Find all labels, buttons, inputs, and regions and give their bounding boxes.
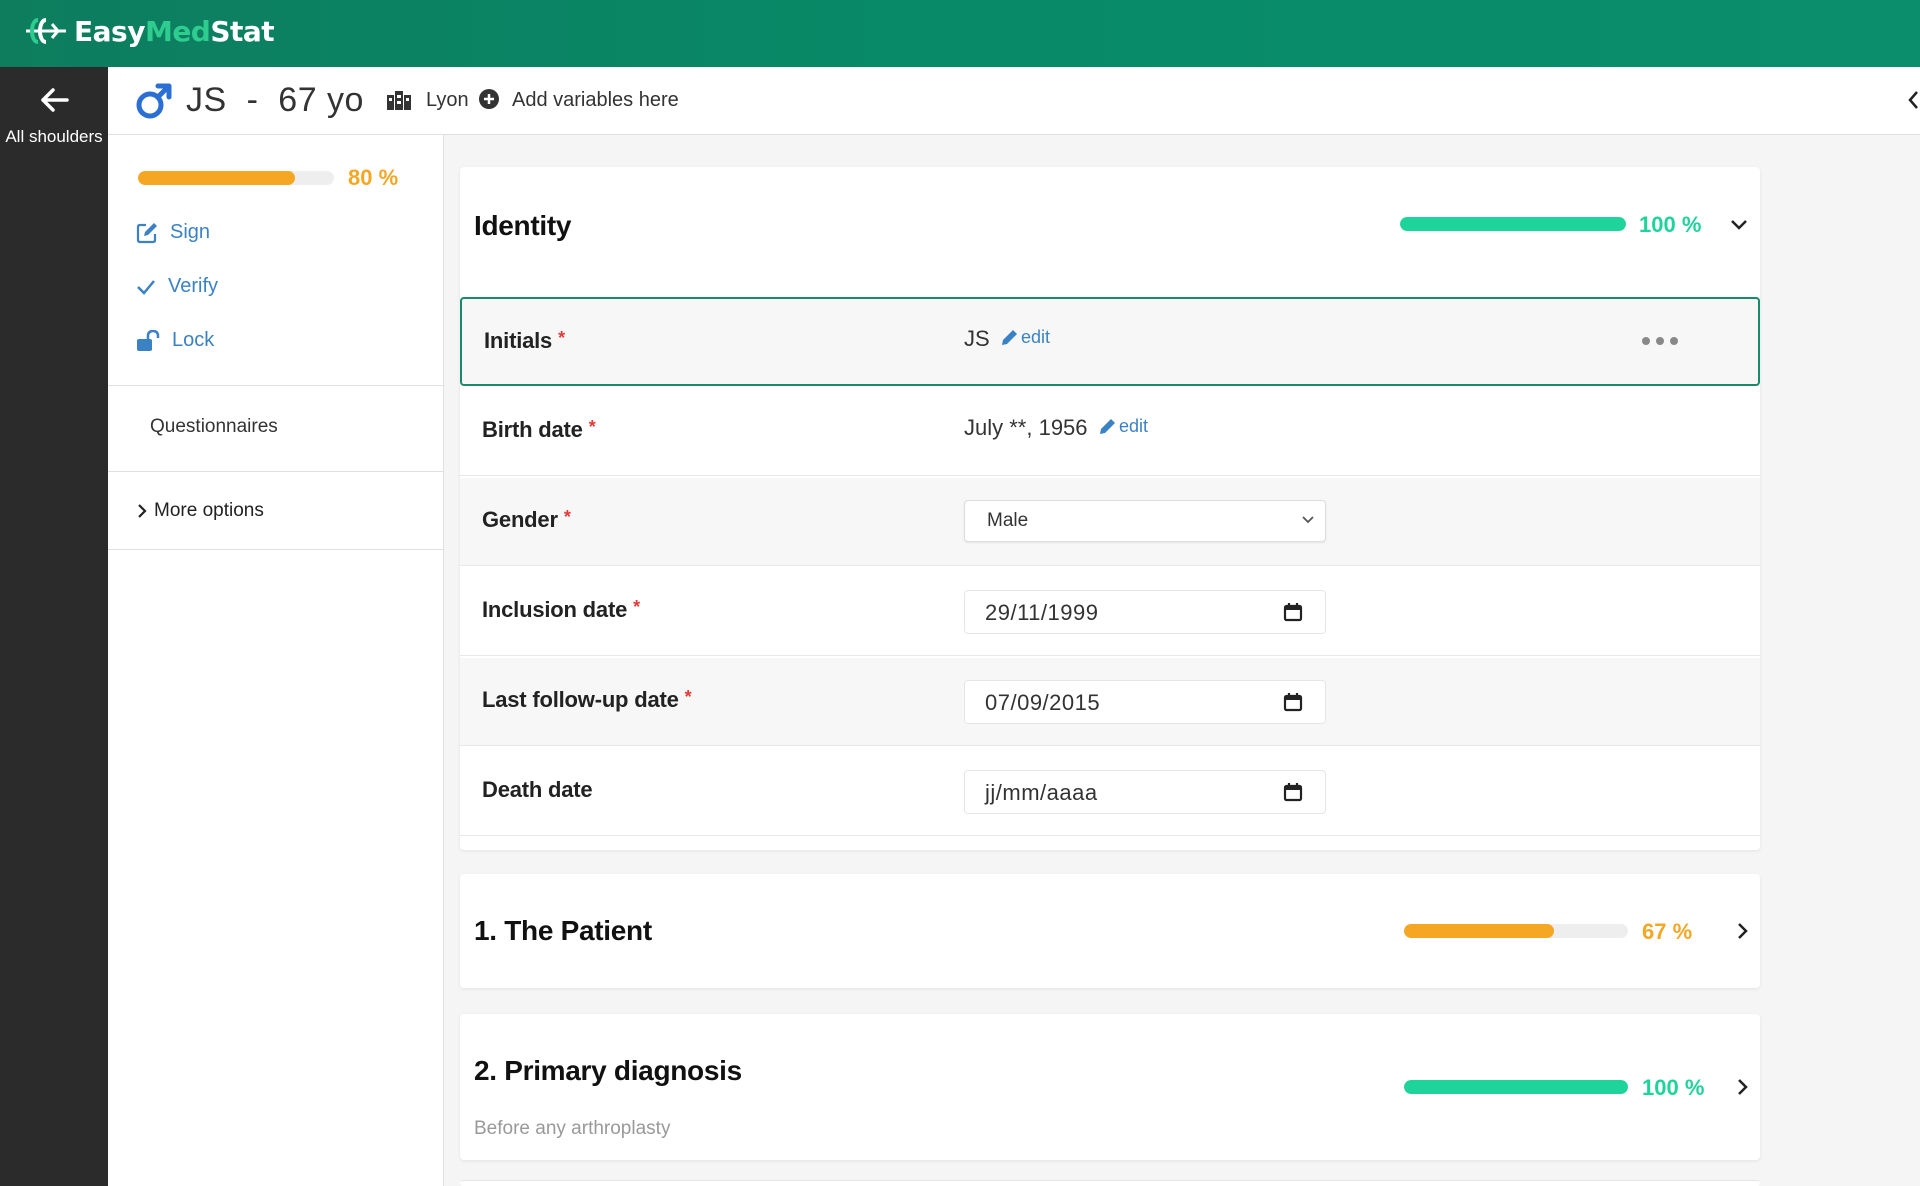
initials-label: Initials *: [484, 328, 565, 353]
last-followup-input[interactable]: 07/09/2015: [964, 680, 1326, 724]
back-to-all-shoulders[interactable]: All shoulders: [0, 87, 108, 147]
calendar-icon[interactable]: [1283, 782, 1303, 802]
chevron-down-icon: [1302, 516, 1314, 524]
section-progress-label: 100 %: [1642, 1075, 1705, 1100]
death-date-label: Death date: [482, 777, 593, 802]
initials-value: JS: [964, 326, 990, 351]
chevron-left-icon[interactable]: [1906, 89, 1920, 111]
death-date-input[interactable]: jj/mm/aaaa: [964, 770, 1326, 814]
gender-label: Gender *: [482, 507, 571, 532]
section-primary-diagnosis[interactable]: 2. Primary diagnosis Before any arthropl…: [460, 1014, 1760, 1160]
verify-label: Verify: [168, 275, 219, 297]
divider: [108, 385, 444, 386]
identity-title: Identity: [474, 210, 572, 241]
check-icon: [137, 279, 155, 295]
identity-progress-label: 100 %: [1639, 212, 1702, 237]
more-options-label: More options: [154, 500, 264, 521]
divider: [108, 549, 444, 550]
unlock-icon: [137, 329, 160, 351]
plus-circle-icon[interactable]: [478, 88, 500, 110]
overall-progress-label: 80 %: [348, 165, 399, 190]
chevron-right-icon: [138, 504, 147, 518]
section-title: 2. Primary diagnosis: [474, 1055, 742, 1086]
lock-label: Lock: [172, 329, 215, 351]
pencil-icon: [1100, 418, 1115, 434]
side-panel: 80 % Sign Verify Lock Questionnaires Mor…: [108, 135, 444, 1186]
section-the-patient[interactable]: 1. The Patient 67 %: [460, 874, 1760, 988]
identity-section: Identity 100 % Initials * JS edit Birth d…: [460, 167, 1760, 850]
death-date-row: Death date jj/mm/aaaa: [460, 748, 1760, 836]
inclusion-date-input[interactable]: 29/11/1999: [964, 590, 1326, 634]
edit-icon: [136, 222, 157, 243]
last-followup-row: Last follow-up date * 07/09/2015: [460, 658, 1760, 746]
section-progress-label: 67 %: [1642, 919, 1693, 944]
patient-header: JS - 67 yo Lyon Add variables here: [108, 67, 1920, 135]
identity-progress-bar: [1400, 217, 1626, 231]
back-label: All shoulders: [5, 127, 103, 146]
more-options-toggle[interactable]: More options: [136, 500, 264, 522]
site-name[interactable]: Lyon: [426, 89, 469, 112]
inclusion-date-row: Inclusion date * 29/11/1999: [460, 568, 1760, 656]
more-menu-icon[interactable]: [1642, 337, 1678, 345]
logo-text: EasyMedStat: [74, 14, 275, 48]
arrow-left-icon: [41, 88, 69, 112]
section-progress-bar: [1404, 924, 1628, 938]
inclusion-date-label: Inclusion date *: [482, 597, 640, 622]
top-bar: EasyMedStat: [0, 0, 1920, 67]
initials-row[interactable]: Initials * JS edit: [460, 297, 1760, 386]
sign-label: Sign: [170, 221, 211, 243]
questionnaires-link[interactable]: Questionnaires: [150, 416, 278, 438]
verify-action[interactable]: Verify: [136, 275, 218, 298]
pencil-icon: [1002, 329, 1017, 345]
last-followup-label: Last follow-up date *: [482, 687, 692, 712]
building-icon: [387, 91, 411, 110]
logo-icon: [26, 18, 66, 44]
calendar-icon[interactable]: [1283, 692, 1303, 712]
section-subtitle: Before any arthroplasty: [474, 1118, 671, 1139]
gender-select[interactable]: Male: [964, 500, 1326, 542]
sign-action[interactable]: Sign: [136, 221, 210, 244]
birth-date-edit-link[interactable]: edit: [1098, 416, 1148, 437]
patient-name: JS - 67 yo: [186, 81, 364, 119]
overall-progress-bar: [138, 171, 334, 185]
calendar-icon[interactable]: [1283, 602, 1303, 622]
section-title: 1. The Patient: [474, 915, 652, 946]
birth-date-row: Birth date * July **, 1956 edit: [460, 388, 1760, 476]
chevron-right-icon[interactable]: [1736, 1078, 1748, 1096]
initials-edit-link[interactable]: edit: [1000, 327, 1050, 348]
lock-action[interactable]: Lock: [136, 329, 214, 352]
divider: [108, 471, 444, 472]
birth-date-label: Birth date *: [482, 417, 596, 442]
birth-date-value: July **, 1956: [964, 415, 1088, 440]
chevron-down-icon[interactable]: [1730, 219, 1748, 231]
male-symbol-icon: [136, 83, 172, 119]
chevron-right-icon[interactable]: [1736, 922, 1748, 940]
add-variables-link[interactable]: Add variables here: [512, 89, 679, 112]
left-rail: All shoulders: [0, 67, 108, 1186]
gender-row: Gender * Male: [460, 478, 1760, 566]
easymedstat-logo[interactable]: EasyMedStat: [24, 14, 275, 48]
section-next-edge: [460, 1180, 1760, 1186]
section-progress-bar: [1404, 1080, 1628, 1094]
